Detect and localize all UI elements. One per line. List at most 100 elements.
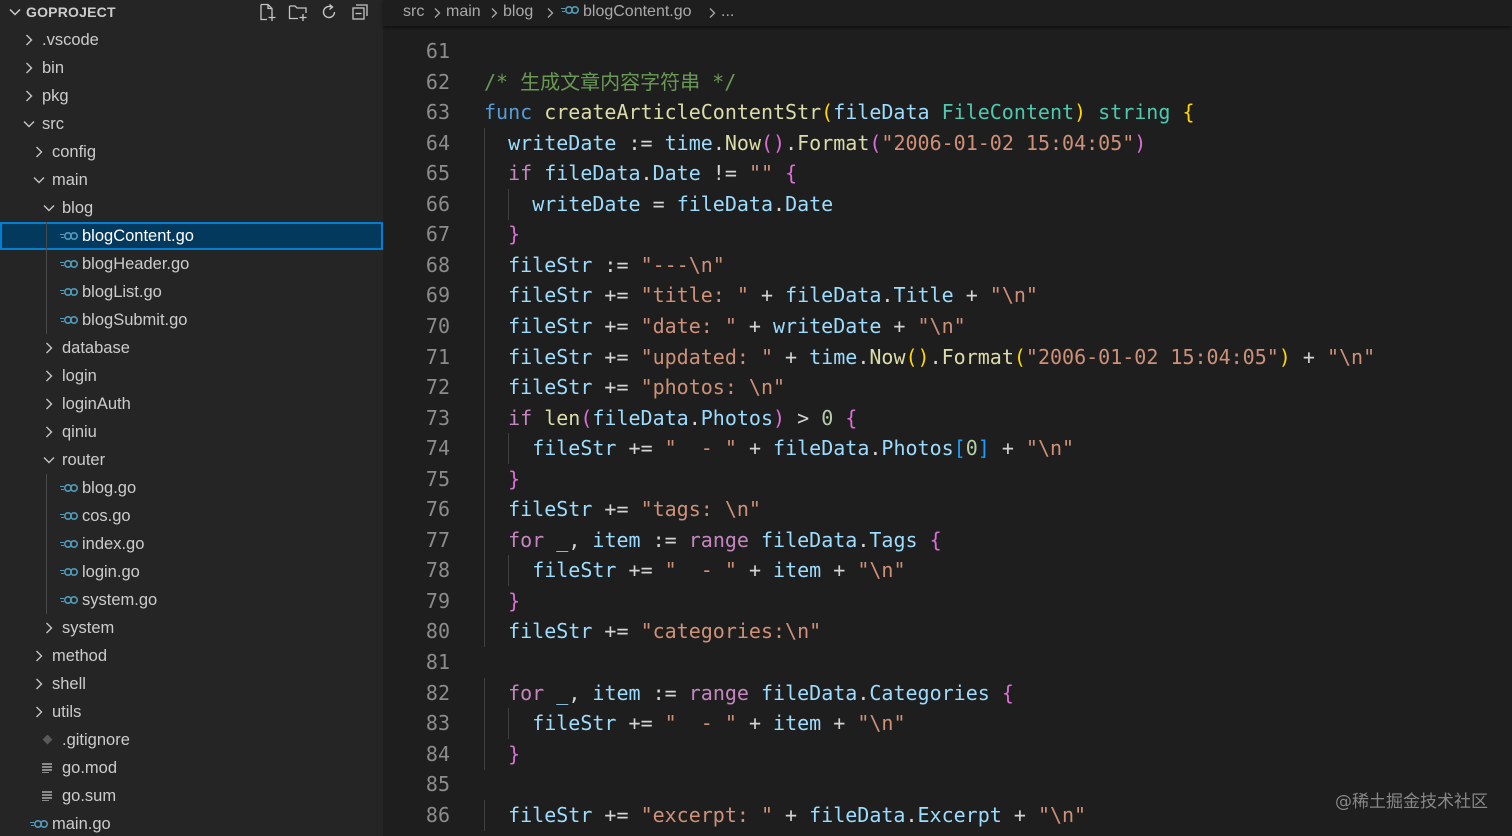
code-line[interactable]: 61 — [383, 36, 1512, 66]
breadcrumb-item[interactable]: ... — [721, 3, 734, 21]
tree-file-go-mod[interactable]: go.mod — [0, 754, 383, 782]
code-token: + — [773, 802, 810, 827]
breadcrumb-item[interactable]: src — [403, 3, 424, 21]
tree-folder-method[interactable]: method — [0, 642, 383, 670]
code-token: Format — [797, 130, 870, 155]
tree-file-cos-go[interactable]: cos.go — [0, 502, 383, 530]
line-number: 72 — [425, 375, 450, 400]
code-line[interactable]: 75} — [383, 463, 1512, 495]
line-number: 71 — [425, 344, 450, 369]
tree-item-label: go.sum — [62, 787, 117, 805]
code-line[interactable]: 77 for _, item := range fileData.Tags { — [383, 524, 1512, 556]
code-line[interactable]: 85 — [383, 769, 1512, 799]
code-token: += — [592, 619, 641, 644]
code-line[interactable]: 65 if fileData.Date != "" { — [383, 158, 1512, 190]
line-number: 82 — [425, 680, 450, 705]
text-lines-icon — [42, 763, 52, 773]
refresh-icon[interactable] — [319, 2, 339, 22]
tree-folder-loginauth[interactable]: loginAuth — [0, 390, 383, 418]
tree-folder-blog[interactable]: blog — [0, 194, 383, 222]
tree-folder-login[interactable]: login — [0, 362, 383, 390]
go-file-icon — [60, 315, 78, 325]
tree-item-label: loginAuth — [62, 395, 131, 413]
code-line[interactable]: 79} — [383, 585, 1512, 617]
tree-folder-database[interactable]: database — [0, 334, 383, 362]
tree-file-blogheader-go[interactable]: blogHeader.go — [0, 250, 383, 278]
chevron-down-icon — [33, 177, 45, 184]
code-token: + — [953, 283, 990, 308]
explorer-header[interactable]: GOPROJECT — [0, 0, 383, 24]
code-token: "date: " — [640, 313, 737, 338]
tree-file-bloglist-go[interactable]: blogList.go — [0, 278, 383, 306]
code-line[interactable]: 86 fileStr += "excerpt: " + fileData.Exce… — [383, 799, 1512, 831]
tree-folder-qiniu[interactable]: qiniu — [0, 418, 383, 446]
tree-folder-system[interactable]: system — [0, 614, 383, 642]
tree-folder-bin[interactable]: bin — [0, 54, 383, 82]
code-line[interactable]: 67} — [383, 219, 1512, 251]
chevron-right-icon — [46, 370, 53, 382]
code-editor[interactable]: @稀土掘金技术社区 61 62/* 生成文章内容字符串 */63 func crea… — [383, 26, 1512, 836]
breadcrumb-item[interactable]: main — [446, 3, 481, 21]
tree-file-main-go[interactable]: main.go — [0, 810, 383, 836]
code-token: fileData — [833, 100, 942, 125]
tree-folder-utils[interactable]: utils — [0, 698, 383, 726]
code-token: := — [640, 680, 689, 705]
line-number: 62 — [425, 69, 450, 94]
new-file-icon[interactable] — [257, 2, 277, 22]
code-token: += — [592, 344, 641, 369]
tree-file-blogsubmit-go[interactable]: blogSubmit.go — [0, 306, 383, 334]
code-line[interactable]: 70 fileStr += "date: " + writeDate + "\n" — [383, 310, 1512, 342]
code-line[interactable]: 66 writeDate = fileData.Date — [383, 188, 1512, 220]
tree-file-go-sum[interactable]: go.sum — [0, 782, 383, 810]
code-token: "title: " — [640, 283, 749, 308]
tree-folder-config[interactable]: config — [0, 138, 383, 166]
indent-guide — [484, 402, 485, 434]
code-line[interactable]: 82 for _, item := range fileData.Categori… — [383, 677, 1512, 709]
tree-folder-shell[interactable]: shell — [0, 670, 383, 698]
code-line[interactable]: 78 fileStr += " - " + item + "\n" — [383, 555, 1512, 587]
code-token: createArticleContentStr — [544, 100, 822, 125]
explorer-sidebar: GOPROJECT .vscode bin pkg src config mai… — [0, 0, 383, 836]
tree-file-blogcontent-go[interactable]: blogContent.go — [0, 222, 383, 250]
tree-file-blog-go[interactable]: blog.go — [0, 474, 383, 502]
code-token: if — [508, 161, 545, 186]
code-token: item — [773, 711, 822, 736]
tree-file-login-go[interactable]: login.go — [0, 558, 383, 586]
code-line[interactable]: 80 fileStr += "categories:\n" — [383, 616, 1512, 648]
code-line[interactable]: 64 writeDate := time.Now().Format("2006-0… — [383, 127, 1512, 159]
code-token: += — [592, 497, 641, 522]
code-token: fileData — [773, 436, 870, 461]
tree-folder-src[interactable]: src — [0, 110, 383, 138]
breadcrumb-item[interactable]: blogContent.go — [561, 3, 692, 21]
code-line[interactable]: 72 fileStr += "photos: \n" — [383, 372, 1512, 404]
collapse-all-icon[interactable] — [350, 2, 370, 22]
code-text: /* 生成文章内容字符串 */ — [484, 67, 736, 97]
tree-folder-pkg[interactable]: pkg — [0, 82, 383, 110]
new-folder-icon[interactable] — [288, 2, 308, 22]
code-line[interactable]: 68 fileStr := "---\n" — [383, 249, 1512, 281]
code-token: += — [592, 375, 641, 400]
tree-folder-main[interactable]: main — [0, 166, 383, 194]
tree-file-index-go[interactable]: index.go — [0, 530, 383, 558]
tree-folder-vscode[interactable]: .vscode — [0, 26, 383, 54]
breadcrumb-item[interactable]: blog — [503, 3, 533, 21]
code-token: , — [568, 527, 593, 552]
code-line[interactable]: 62 /* 生成文章内容字符串 */ — [383, 67, 1512, 97]
code-line[interactable]: 69 fileStr += "title: " + fileData.Title … — [383, 280, 1512, 312]
code-line[interactable]: 71 fileStr += "updated: " + time.Now().Fo… — [383, 341, 1512, 373]
code-token: fileStr — [508, 252, 593, 277]
code-line[interactable]: 73 if len(fileData.Photos) > 0 { — [383, 402, 1512, 434]
code-text: fileStr += "tags: \n" — [508, 494, 761, 524]
tree-file-gitignore[interactable]: .gitignore — [0, 726, 383, 754]
tree-file-system-go[interactable]: system.go — [0, 586, 383, 614]
code-token: + — [736, 436, 774, 461]
tree-folder-router[interactable]: router — [0, 446, 383, 474]
code-line[interactable]: 84} — [383, 738, 1512, 770]
line-number: 77 — [425, 527, 450, 552]
code-line[interactable]: 81 — [383, 647, 1512, 677]
code-line[interactable]: 74 fileStr += " - " + fileData.Photos[0] … — [383, 433, 1512, 465]
code-text: for _, item := range fileData.Tags { — [508, 525, 942, 555]
code-line[interactable]: 63 func createArticleContentStr(fileData … — [383, 97, 1512, 127]
code-line[interactable]: 76 fileStr += "tags: \n" — [383, 494, 1512, 526]
code-line[interactable]: 83 fileStr += " - " + item + "\n" — [383, 708, 1512, 740]
